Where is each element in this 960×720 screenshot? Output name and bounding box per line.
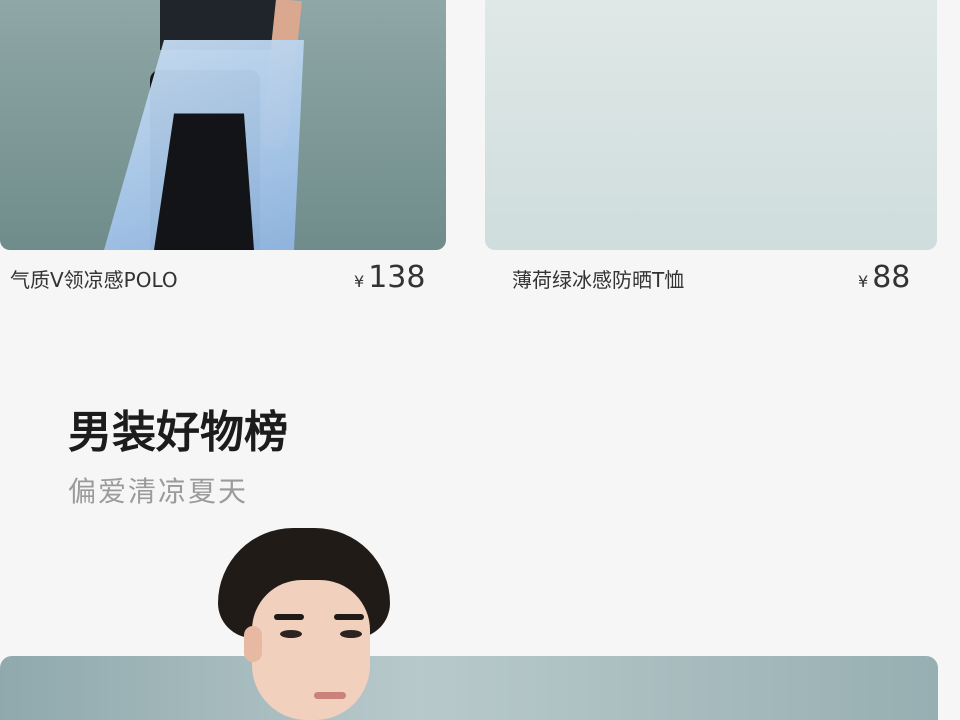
price-value: 88 xyxy=(872,260,911,295)
product-price: ¥138 xyxy=(354,260,425,295)
eyebrow xyxy=(334,614,364,620)
product-image-tshirt[interactable] xyxy=(485,0,937,250)
product-image-polo[interactable] xyxy=(0,0,446,250)
eye xyxy=(280,630,302,638)
section-title: 男装好物榜 xyxy=(68,407,288,458)
eye xyxy=(340,630,362,638)
ear xyxy=(244,626,262,662)
currency-symbol: ¥ xyxy=(354,272,365,291)
model-portrait xyxy=(218,528,390,720)
product-price: ¥88 xyxy=(858,260,910,295)
promo-banner[interactable] xyxy=(0,656,938,720)
product-name[interactable]: 气质V领凉感POLO xyxy=(10,264,178,293)
mouth xyxy=(314,692,346,699)
currency-symbol: ¥ xyxy=(858,272,869,291)
product-name[interactable]: 薄荷绿冰感防晒T恤 xyxy=(512,264,684,293)
eyebrow xyxy=(274,614,304,620)
price-value: 138 xyxy=(368,260,426,295)
face xyxy=(252,580,370,720)
section-subtitle: 偏爱清凉夏天 xyxy=(68,475,249,508)
